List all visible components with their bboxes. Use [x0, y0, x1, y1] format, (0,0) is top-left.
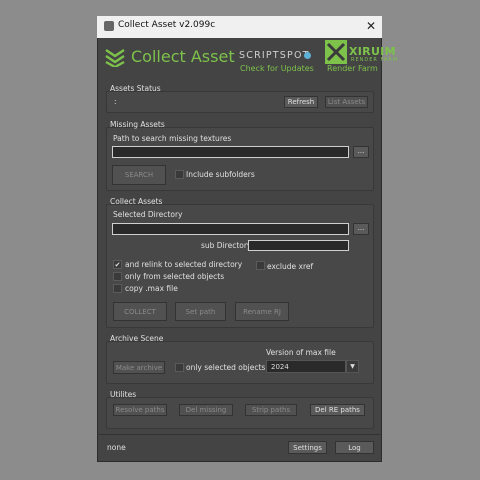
collect-assets-title: Collect Assets [110, 197, 163, 206]
search-button[interactable]: SEARCH [112, 165, 166, 185]
utilities-title: Utilites [110, 390, 137, 399]
sub-directory-label: sub Directory [201, 241, 252, 250]
chevron-down-icon[interactable]: ▼ [346, 360, 359, 373]
include-subfolders-label: Include subfolders [186, 170, 255, 179]
logo-text: Collect Asset [131, 47, 235, 66]
assets-status-text: : [114, 97, 117, 106]
del-re-paths-button[interactable]: Del RE paths [310, 404, 365, 416]
assets-status-title: Assets Status [110, 84, 161, 93]
check-updates-link[interactable]: Check for Updates [240, 64, 314, 73]
max-version-select[interactable]: 2024 [266, 360, 346, 373]
refresh-button[interactable]: Refresh [284, 96, 318, 108]
only-selected-objects-label: only from selected objects [125, 272, 225, 281]
collect-button[interactable]: COLLECT [113, 302, 167, 321]
relink-label: and relink to selected directory [125, 260, 243, 269]
log-button[interactable]: Log [335, 441, 374, 454]
max-version-label: Version of max file [266, 348, 336, 357]
sub-directory-input[interactable] [248, 240, 349, 251]
resolve-paths-button[interactable]: Resolve paths [113, 404, 167, 416]
app-icon [104, 21, 114, 31]
archive-scene-title: Archive Scene [110, 334, 164, 343]
selected-directory-label: Selected Directory [113, 210, 183, 219]
strip-paths-button[interactable]: Strip paths [245, 404, 297, 416]
scriptspot-logo: SCRIPTSPOT [239, 50, 310, 61]
archive-only-selected-label: only selected objects [186, 363, 266, 372]
only-selected-objects-checkbox[interactable] [113, 272, 122, 281]
include-subfolders-checkbox[interactable] [175, 170, 184, 179]
window-title: Collect Asset v2.099c [118, 20, 216, 30]
relink-checkbox[interactable]: ✔ [113, 260, 122, 269]
rename-rj-button[interactable]: Rename RJ [235, 302, 289, 321]
selected-directory-input[interactable] [112, 223, 349, 235]
copy-max-file-checkbox[interactable] [113, 284, 122, 293]
exclude-xref-label: exclude xref [267, 262, 314, 271]
close-icon[interactable]: ✕ [364, 18, 378, 34]
missing-assets-title: Missing Assets [110, 120, 165, 129]
search-path-label: Path to search missing textures [113, 134, 232, 143]
exclude-xref-checkbox[interactable] [256, 261, 265, 270]
directory-browse-button[interactable]: ... [353, 223, 369, 235]
status-divider [97, 434, 382, 435]
search-path-input[interactable] [112, 146, 349, 158]
list-assets-button[interactable]: List Assets [325, 96, 368, 108]
del-missing-button[interactable]: Del missing [179, 404, 233, 416]
scriptspot-dot-icon [304, 52, 311, 59]
status-text: none [107, 443, 126, 452]
archive-only-selected-checkbox[interactable] [175, 363, 184, 372]
set-path-button[interactable]: Set path [175, 302, 226, 321]
xiruim-logo-icon [325, 40, 347, 64]
search-path-browse-button[interactable]: ... [353, 146, 369, 158]
render-farm-link[interactable]: Render Farm [327, 64, 378, 73]
xiruim-tagline: RENDER FARM [351, 57, 399, 63]
copy-max-file-label: copy .max file [125, 284, 178, 293]
make-archive-button[interactable]: Make archive [113, 361, 165, 374]
settings-button[interactable]: Settings [288, 441, 327, 454]
collect-asset-logo-icon [105, 49, 125, 67]
